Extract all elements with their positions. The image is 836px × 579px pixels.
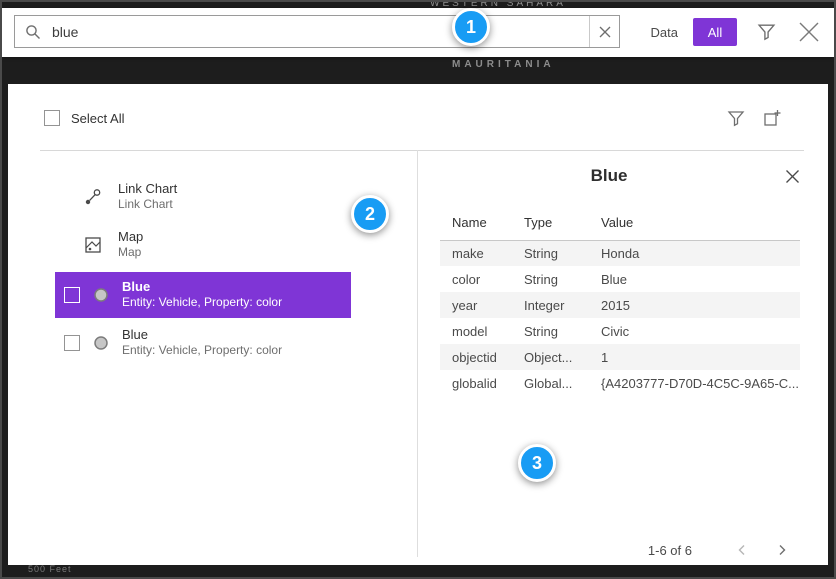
column-header-type: Type (512, 210, 589, 240)
table-row: year Integer 2015 (440, 292, 800, 318)
result-subtitle: Map (118, 245, 143, 261)
cell-name: objectid (440, 344, 512, 370)
result-checkbox[interactable] (64, 335, 80, 351)
result-item-link-chart[interactable]: Link Chart Link Chart (55, 176, 351, 218)
cell-value: 1 (589, 344, 800, 370)
result-item-map[interactable]: Map Map (55, 224, 351, 266)
cell-type: Global... (512, 370, 589, 396)
search-input-container[interactable] (14, 15, 620, 48)
detail-pane: Blue Name Type Value make String (418, 150, 828, 565)
prev-page-icon[interactable] (730, 538, 754, 562)
cell-type: Object... (512, 344, 589, 370)
cell-type: Integer (512, 292, 589, 318)
result-checkbox[interactable] (64, 287, 80, 303)
filter-results-icon[interactable] (727, 109, 745, 130)
entity-circle-icon (93, 287, 109, 303)
table-row: color String Blue (440, 266, 800, 292)
entity-circle-icon (93, 335, 109, 351)
cell-value: Honda (589, 240, 800, 266)
callout-1: 1 (452, 8, 490, 46)
app-window: WESTERN SAHARA MAURITANIA 500 Feet Data … (0, 0, 836, 579)
table-header-row: Name Type Value (440, 210, 800, 240)
table-row: globalid Global... {A4203777-D70D-4C5C-9… (440, 370, 800, 396)
column-header-value: Value (589, 210, 800, 240)
search-scope-toggle: Data All (636, 18, 737, 46)
table-row: model String Civic (440, 318, 800, 344)
results-toolbar (727, 108, 782, 131)
cell-name: globalid (440, 370, 512, 396)
map-icon (84, 236, 102, 254)
scope-all-button[interactable]: All (693, 18, 737, 46)
pagination: 1-6 of 6 (648, 538, 794, 562)
result-item-blue[interactable]: Blue Entity: Vehicle, Property: color (55, 320, 351, 366)
cell-type: String (512, 318, 589, 344)
search-icon (25, 24, 41, 40)
column-header-name: Name (440, 210, 512, 240)
map-label-mauritania: MAURITANIA (452, 59, 555, 70)
close-detail-icon[interactable] (785, 169, 800, 187)
table-row: make String Honda (440, 240, 800, 266)
filter-icon[interactable] (757, 22, 776, 44)
search-input[interactable] (50, 16, 589, 47)
result-subtitle: Link Chart (118, 197, 177, 213)
table-row: objectid Object... 1 (440, 344, 800, 370)
cell-type: String (512, 240, 589, 266)
result-title: Map (118, 229, 143, 245)
select-all-checkbox[interactable] (44, 110, 60, 126)
cell-value: {A4203777-D70D-4C5C-9A65-C... (589, 370, 800, 396)
add-item-icon[interactable] (762, 108, 782, 131)
search-results-panel: Select All Link Chart Link Chart (8, 84, 828, 565)
map-scale-label: 500 Feet (28, 564, 72, 574)
link-chart-icon (84, 188, 102, 206)
pagination-label: 1-6 of 6 (648, 543, 692, 558)
result-title: Blue (122, 279, 282, 295)
callout-2: 2 (351, 195, 389, 233)
cell-name: model (440, 318, 512, 344)
result-subtitle: Entity: Vehicle, Property: color (122, 295, 282, 311)
cell-type: String (512, 266, 589, 292)
result-title: Blue (122, 327, 282, 343)
detail-title: Blue (418, 166, 800, 186)
clear-search-icon[interactable] (589, 16, 619, 47)
attribute-table: Name Type Value make String Honda color … (440, 210, 800, 396)
scope-data-button[interactable]: Data (636, 18, 693, 46)
next-page-icon[interactable] (770, 538, 794, 562)
result-subtitle: Entity: Vehicle, Property: color (122, 343, 282, 359)
cell-value: Blue (589, 266, 800, 292)
select-all-control[interactable]: Select All (44, 110, 124, 126)
cell-name: color (440, 266, 512, 292)
close-search-icon[interactable] (796, 19, 822, 48)
cell-name: year (440, 292, 512, 318)
select-all-label: Select All (71, 111, 124, 126)
cell-name: make (440, 240, 512, 266)
cell-value: Civic (589, 318, 800, 344)
result-item-blue-selected[interactable]: Blue Entity: Vehicle, Property: color (55, 272, 351, 318)
search-bar: Data All (2, 8, 834, 57)
callout-3: 3 (518, 444, 556, 482)
cell-value: 2015 (589, 292, 800, 318)
result-title: Link Chart (118, 181, 177, 197)
